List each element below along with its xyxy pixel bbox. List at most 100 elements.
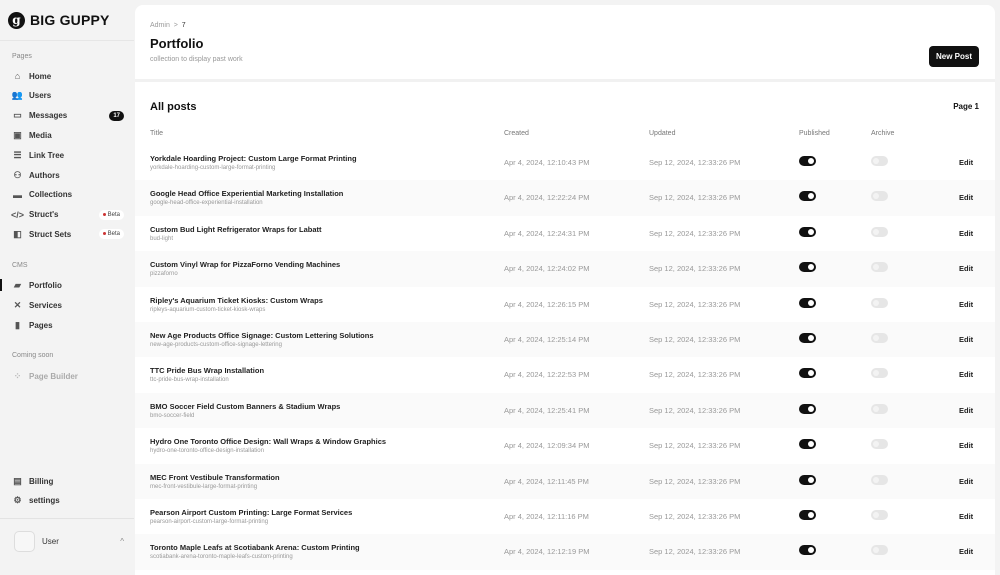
published-toggle[interactable]: [799, 156, 816, 166]
published-toggle[interactable]: [799, 262, 816, 273]
post-title[interactable]: New Age Products Office Signage: Custom …: [150, 331, 374, 340]
table-row: Toronto Maple Leafs at Scotiabank Arena:…: [135, 534, 995, 570]
breadcrumb-admin[interactable]: Admin: [150, 22, 170, 29]
post-slug: ttc-pride-bus-wrap-installation: [150, 377, 229, 384]
post-slug: pizzaforno: [150, 271, 178, 278]
sidebar-item-struct-s[interactable]: </> Struct's Beta: [11, 206, 124, 224]
published-toggle[interactable]: [799, 403, 816, 414]
published-toggle[interactable]: [799, 545, 816, 556]
user-name: User: [42, 536, 59, 546]
sidebar-item-label: Authors: [29, 170, 60, 180]
sidebar-item-struct-sets[interactable]: ◧ Struct Sets Beta: [12, 225, 124, 243]
archive-toggle[interactable]: [871, 474, 888, 485]
sidebar-item-link-tree[interactable]: ☰ Link Tree: [12, 146, 124, 164]
post-slug: hydro-one-toronto-office-design-installa…: [150, 448, 264, 455]
post-title[interactable]: MEC Front Vestibule Transformation: [150, 473, 280, 482]
user-menu[interactable]: User ^: [14, 530, 124, 552]
post-slug: google-head-office-experiential-installa…: [150, 200, 263, 207]
post-title[interactable]: Yorkdale Hoarding Project: Custom Large …: [150, 154, 357, 163]
sidebar-item-services[interactable]: ✕ Services: [12, 296, 124, 314]
post-title[interactable]: Google Head Office Experiential Marketin…: [150, 189, 343, 198]
table-row: Custom Vinyl Wrap for PizzaForno Vending…: [135, 251, 995, 287]
edit-button[interactable]: Edit: [959, 512, 973, 521]
post-title[interactable]: Ripley's Aquarium Ticket Kiosks: Custom …: [150, 296, 323, 305]
published-toggle[interactable]: [799, 439, 816, 450]
published-toggle[interactable]: [799, 297, 816, 308]
post-title[interactable]: Toronto Maple Leafs at Scotiabank Arena:…: [150, 543, 360, 552]
published-toggle[interactable]: [799, 191, 816, 202]
published-toggle[interactable]: [799, 368, 816, 379]
settings-icon: ⚙: [13, 495, 22, 505]
avatar: [14, 530, 35, 552]
post-slug: scotiabank-arena-toronto-maple-leafs-cus…: [150, 554, 293, 561]
table-row: New Age Products Office Signage: Custom …: [135, 321, 995, 358]
sidebar-item-users[interactable]: 👥 Users: [12, 87, 124, 105]
beta-badge: Beta: [98, 209, 124, 220]
table-row: Yorkdale Hoarding Project: Custom Large …: [135, 145, 995, 180]
post-title[interactable]: Pearson Airport Custom Printing: Large F…: [150, 508, 352, 517]
archive-toggle[interactable]: [871, 226, 888, 237]
archive-toggle[interactable]: [871, 439, 888, 450]
edit-button[interactable]: Edit: [959, 335, 973, 344]
edit-button[interactable]: Edit: [959, 406, 973, 415]
archive-toggle[interactable]: [871, 545, 888, 556]
page-indicator: Page 1: [953, 102, 979, 111]
updated-date: Sep 12, 2024, 12:33:26 PM: [649, 228, 741, 238]
sidebar-item-home[interactable]: ⌂ Home: [12, 67, 124, 85]
updated-date: Sep 12, 2024, 12:33:26 PM: [649, 476, 741, 486]
published-toggle[interactable]: [799, 474, 816, 485]
sidebar-item-messages[interactable]: ▭ Messages 17: [12, 107, 124, 125]
billing-icon: ▤: [13, 475, 22, 486]
edit-button[interactable]: Edit: [959, 477, 973, 486]
logo-icon: g: [8, 11, 25, 29]
post-slug: yorkdale-hoarding-custom-large-format-pr…: [150, 165, 276, 171]
column-header-published: Published: [799, 130, 830, 137]
media-icon: ▣: [13, 129, 22, 140]
table-row: BMO Soccer Field Custom Banners & Stadiu…: [135, 392, 995, 429]
sidebar-item-collections[interactable]: ▬ Collections: [12, 186, 124, 204]
published-toggle[interactable]: [799, 509, 816, 520]
sidebar-item-label: Collections: [29, 190, 73, 200]
archive-toggle[interactable]: [871, 156, 888, 166]
archive-toggle[interactable]: [871, 509, 888, 520]
archive-toggle[interactable]: [871, 262, 888, 273]
published-toggle[interactable]: [799, 332, 816, 343]
archive-toggle[interactable]: [871, 403, 888, 414]
archive-toggle[interactable]: [871, 297, 888, 308]
edit-button[interactable]: Edit: [959, 229, 973, 238]
post-title[interactable]: TTC Pride Bus Wrap Installation: [150, 366, 264, 375]
sidebar-item-billing[interactable]: ▤ Billing: [12, 472, 124, 490]
column-header-updated: Updated: [649, 130, 676, 137]
message-count-badge: 17: [109, 110, 124, 121]
published-toggle[interactable]: [799, 226, 816, 237]
sidebar-item-label: Portfolio: [29, 280, 62, 290]
edit-button[interactable]: Edit: [959, 441, 973, 450]
edit-button[interactable]: Edit: [959, 300, 973, 309]
edit-button[interactable]: Edit: [959, 193, 973, 202]
new-post-button[interactable]: New Post: [928, 46, 979, 67]
breadcrumb-separator: >: [173, 22, 178, 29]
post-title[interactable]: Custom Vinyl Wrap for PizzaForno Vending…: [150, 260, 340, 269]
logo[interactable]: g BIG GUPPY: [0, 0, 134, 41]
edit-button[interactable]: Edit: [959, 547, 973, 556]
edit-button[interactable]: Edit: [959, 158, 973, 167]
post-title[interactable]: BMO Soccer Field Custom Banners & Stadiu…: [150, 402, 340, 411]
sidebar-item-settings[interactable]: ⚙ settings: [12, 492, 124, 510]
archive-toggle[interactable]: [871, 368, 888, 379]
breadcrumb-current: 7: [181, 22, 186, 29]
sidebar-item-media[interactable]: ▣ Media: [12, 126, 124, 144]
edit-button[interactable]: Edit: [959, 264, 973, 273]
struct-s-icon: </>: [11, 209, 25, 220]
sidebar-item-portfolio[interactable]: ▰ Portfolio: [12, 276, 124, 294]
section-label-cms: CMS: [12, 262, 28, 269]
sidebar-item-authors[interactable]: ⚇ Authors: [12, 166, 124, 184]
updated-date: Sep 12, 2024, 12:33:26 PM: [649, 511, 741, 521]
sidebar-item-pages[interactable]: ▮ Pages: [12, 316, 124, 334]
main-panel: Admin > 7 Portfolio collection to displa…: [135, 5, 995, 575]
archive-toggle[interactable]: [871, 191, 888, 202]
edit-button[interactable]: Edit: [959, 370, 973, 379]
created-date: Apr 4, 2024, 12:24:02 PM: [504, 264, 590, 274]
post-title[interactable]: Hydro One Toronto Office Design: Wall Wr…: [150, 437, 386, 446]
post-title[interactable]: Custom Bud Light Refrigerator Wraps for …: [150, 225, 322, 234]
archive-toggle[interactable]: [871, 332, 888, 343]
